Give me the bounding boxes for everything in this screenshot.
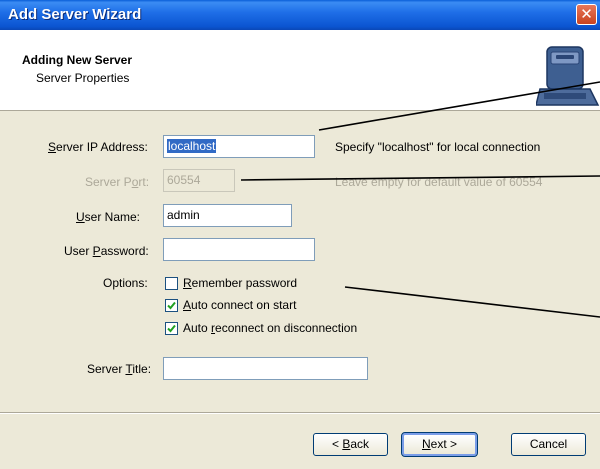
auto-reconnect-label: Auto reconnect on disconnection — [183, 321, 358, 335]
remember-password-box[interactable] — [165, 277, 178, 290]
cancel-button[interactable]: Cancel — [511, 433, 586, 456]
user-password-field[interactable] — [163, 238, 315, 261]
server-ip-hint: Specify "localhost" for local connection — [335, 140, 541, 154]
server-computer-icon — [535, 45, 600, 110]
user-name-label: User Name: — [76, 210, 141, 224]
bottom-divider — [0, 412, 600, 414]
server-ip-field[interactable]: localhost — [163, 135, 315, 158]
header-title: Adding New Server — [22, 53, 133, 67]
server-port-hint: Leave empty for default value of 60554 — [335, 175, 543, 189]
user-name-field[interactable]: admin — [163, 204, 292, 227]
next-button[interactable]: Next > — [401, 432, 478, 457]
wizard-window: Add Server Wizard ✕ Adding New Server Se… — [0, 0, 600, 469]
wizard-header: Adding New Server Server Properties — [0, 30, 600, 111]
auto-connect-box[interactable] — [165, 299, 178, 312]
checkmark-icon — [167, 324, 176, 333]
server-title-field[interactable] — [163, 357, 368, 380]
back-button[interactable]: < Back — [313, 433, 388, 456]
server-port-field[interactable]: 60554 — [163, 169, 235, 192]
checkmark-icon — [167, 301, 176, 310]
server-title-label: Server Title: — [87, 362, 152, 376]
header-subtitle: Server Properties — [36, 71, 130, 85]
server-port-label: Server Port: — [85, 175, 150, 189]
auto-connect-label: Auto connect on start — [183, 298, 297, 312]
window-title: Add Server Wizard — [8, 6, 142, 23]
options-label: Options: — [103, 276, 148, 290]
close-button[interactable]: ✕ — [576, 4, 597, 25]
user-password-label: User Password: — [64, 244, 149, 258]
title-bar[interactable]: Add Server Wizard ✕ — [0, 0, 600, 30]
callout-line-options — [344, 286, 600, 318]
server-ip-label: Server IP Address: — [48, 140, 148, 154]
remember-password-label: Remember password — [183, 276, 298, 290]
close-icon: ✕ — [580, 5, 593, 23]
auto-reconnect-box[interactable] — [165, 322, 178, 335]
